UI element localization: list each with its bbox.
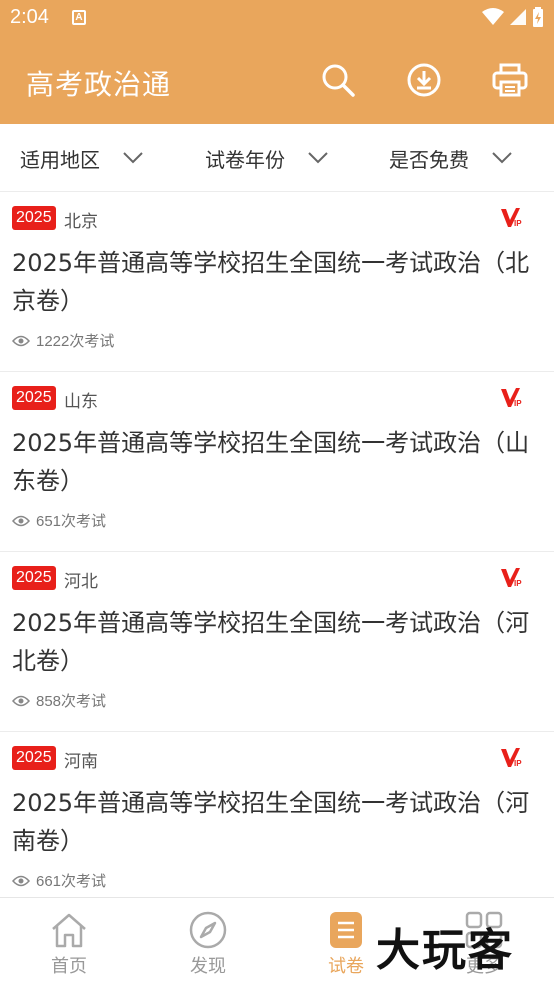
filter-year-dropdown[interactable]: 试卷年份 — [205, 124, 329, 192]
status-time: 2:04 — [10, 6, 49, 28]
paper-title: 2025年普通高等学校招生全国统一考试政治（河南卷） — [12, 789, 530, 855]
paper-title: 2025年普通高等学校招生全国统一考试政治（山东卷） — [12, 429, 530, 495]
document-icon — [326, 910, 366, 950]
search-button[interactable] — [318, 60, 358, 100]
watermark-logo: 大玩客 — [376, 925, 514, 976]
print-button[interactable] — [490, 60, 530, 100]
app-title: 高考政治通 — [26, 68, 172, 101]
chevron-down-icon — [308, 152, 328, 164]
year-badge: 2025 — [12, 746, 56, 770]
printer-icon — [492, 63, 528, 97]
paper-list: 2025 北京 IP 2025年普通高等学校招生全国统一考试政治（北京卷） 12… — [0, 192, 554, 912]
home-icon — [49, 910, 89, 950]
wifi-icon — [482, 8, 504, 25]
view-count: 1222次考试 — [12, 330, 114, 351]
tab-label: 首页 — [51, 956, 87, 977]
vip-icon: IP — [501, 748, 522, 768]
download-icon — [407, 63, 441, 97]
region-label: 北京 — [64, 212, 98, 232]
region-label: 山东 — [64, 392, 98, 412]
notification-a-icon: A — [72, 10, 86, 25]
vip-icon: IP — [501, 568, 522, 588]
eye-icon — [12, 515, 30, 526]
paper-list-item[interactable]: 2025 北京 IP 2025年普通高等学校招生全国统一考试政治（北京卷） 12… — [0, 192, 554, 372]
chevron-down-icon — [123, 152, 143, 164]
paper-list-item[interactable]: 2025 河南 IP 2025年普通高等学校招生全国统一考试政治（河南卷） 66… — [0, 732, 554, 912]
view-count-text: 661次考试 — [36, 873, 107, 890]
year-badge: 2025 — [12, 566, 56, 590]
region-label: 河北 — [64, 572, 98, 592]
paper-title: 2025年普通高等学校招生全国统一考试政治（河北卷） — [12, 609, 530, 675]
vip-icon: IP — [501, 208, 522, 228]
filter-label: 试卷年份 — [205, 147, 285, 172]
view-count: 651次考试 — [12, 510, 106, 531]
eye-icon — [12, 875, 30, 886]
view-count-text: 1222次考试 — [36, 333, 115, 350]
svg-text:IP: IP — [514, 579, 522, 588]
app-bar: 高考政治通 — [0, 36, 554, 124]
signal-icon — [510, 9, 526, 25]
chevron-down-icon — [492, 152, 512, 164]
filter-label: 是否免费 — [389, 147, 469, 172]
battery-icon — [533, 7, 543, 27]
status-icons — [482, 7, 544, 27]
svg-text:IP: IP — [514, 759, 522, 768]
tab-discover[interactable]: 发现 — [158, 898, 258, 984]
filter-region-dropdown[interactable]: 适用地区 — [20, 124, 144, 192]
year-badge: 2025 — [12, 206, 56, 230]
eye-icon — [12, 695, 30, 706]
tab-home[interactable]: 首页 — [19, 898, 119, 984]
svg-text:IP: IP — [514, 219, 522, 228]
download-button[interactable] — [404, 60, 444, 100]
filter-bar: 适用地区 试卷年份 是否免费 — [0, 124, 554, 192]
eye-icon — [12, 335, 30, 346]
search-icon — [322, 64, 355, 97]
status-bar: 2:04 A — [0, 0, 554, 36]
year-badge: 2025 — [12, 386, 56, 410]
vip-icon: IP — [501, 388, 522, 408]
paper-list-item[interactable]: 2025 河北 IP 2025年普通高等学校招生全国统一考试政治（河北卷） 85… — [0, 552, 554, 732]
filter-free-dropdown[interactable]: 是否免费 — [389, 124, 513, 192]
compass-icon — [188, 910, 228, 950]
tab-label: 发现 — [190, 956, 226, 977]
view-count: 661次考试 — [12, 870, 106, 891]
paper-title: 2025年普通高等学校招生全国统一考试政治（北京卷） — [12, 249, 530, 315]
filter-label: 适用地区 — [20, 147, 100, 172]
view-count-text: 651次考试 — [36, 513, 107, 530]
view-count: 858次考试 — [12, 690, 106, 711]
paper-list-item[interactable]: 2025 山东 IP 2025年普通高等学校招生全国统一考试政治（山东卷） 65… — [0, 372, 554, 552]
view-count-text: 858次考试 — [36, 693, 107, 710]
svg-text:IP: IP — [514, 399, 522, 408]
region-label: 河南 — [64, 752, 98, 772]
